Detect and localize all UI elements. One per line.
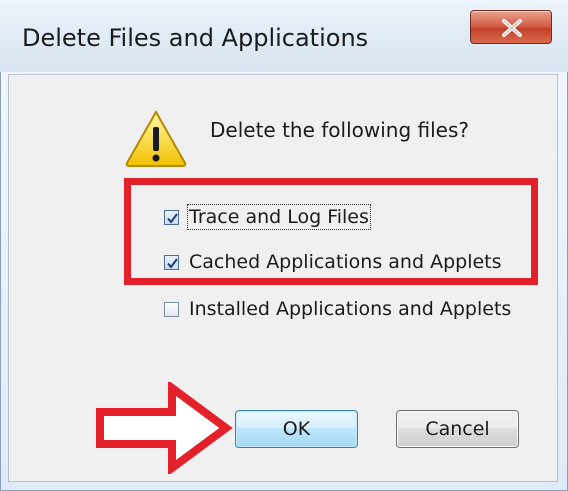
title-bar[interactable]: Delete Files and Applications — [0, 0, 568, 72]
confirmation-text: Delete the following files? — [210, 118, 470, 142]
highlight-box — [124, 178, 538, 285]
option-label: Installed Applications and Applets — [189, 298, 512, 320]
option-installed-applications[interactable]: Installed Applications and Applets — [164, 296, 511, 322]
window-title: Delete Files and Applications — [22, 24, 369, 52]
cancel-button[interactable]: Cancel — [396, 410, 519, 448]
ok-button[interactable]: OK — [235, 410, 358, 448]
close-icon — [502, 19, 522, 37]
delete-files-dialog: Delete Files and Applications Delete the… — [0, 0, 568, 491]
close-button[interactable] — [470, 10, 552, 44]
right-arrow-icon — [96, 382, 233, 474]
checkbox-installed-applications[interactable] — [164, 301, 179, 317]
warning-icon — [125, 109, 187, 167]
